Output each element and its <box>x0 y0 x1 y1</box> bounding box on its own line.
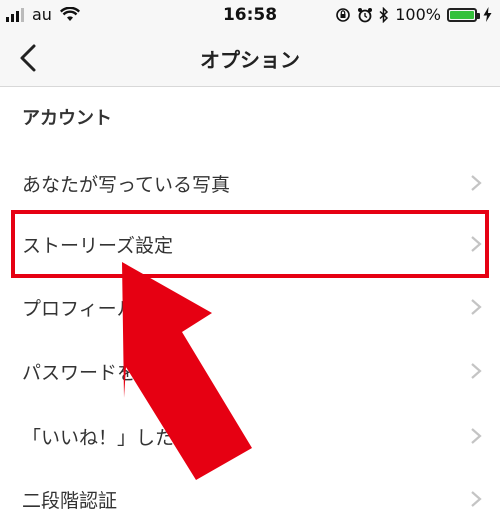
menu-item-two-factor-auth[interactable]: 二段階認証 <box>0 468 500 530</box>
menu-item-label: パスワードを変更 <box>22 362 175 384</box>
menu-item-label: 二段階認証 <box>22 490 118 512</box>
menu-item-change-password[interactable]: パスワードを変更 <box>0 340 500 402</box>
menu-item-label: プロフィールを編集 <box>22 298 193 320</box>
section-header-account: アカウント <box>22 108 112 129</box>
rotation-lock-icon <box>336 7 351 22</box>
bluetooth-icon <box>379 6 389 23</box>
battery-percent: 100% <box>395 5 441 24</box>
chevron-right-icon <box>471 299 482 315</box>
chevron-right-icon <box>471 491 482 507</box>
status-bar: au 16:58 100% <box>0 0 500 30</box>
chevron-right-icon <box>471 175 482 191</box>
chevron-right-icon <box>471 428 482 444</box>
menu-item-label: 「いいね！」した投稿 <box>22 427 213 449</box>
status-right: 100% <box>335 5 492 24</box>
menu-item-edit-profile[interactable]: プロフィールを編集 <box>0 276 500 338</box>
page-title: オプション <box>200 48 300 72</box>
alarm-icon <box>358 7 373 22</box>
menu-item-label: あなたが写っている写真 <box>22 174 231 196</box>
chevron-right-icon <box>471 363 482 379</box>
menu-item-liked-posts[interactable]: 「いいね！」した投稿 <box>0 405 500 467</box>
navigation-bar: オプション <box>0 30 500 87</box>
menu-item-photos-of-you[interactable]: あなたが写っている写真 <box>0 152 500 214</box>
charging-bolt-icon <box>483 7 492 22</box>
battery-icon <box>447 7 480 22</box>
highlight-box <box>11 210 489 278</box>
